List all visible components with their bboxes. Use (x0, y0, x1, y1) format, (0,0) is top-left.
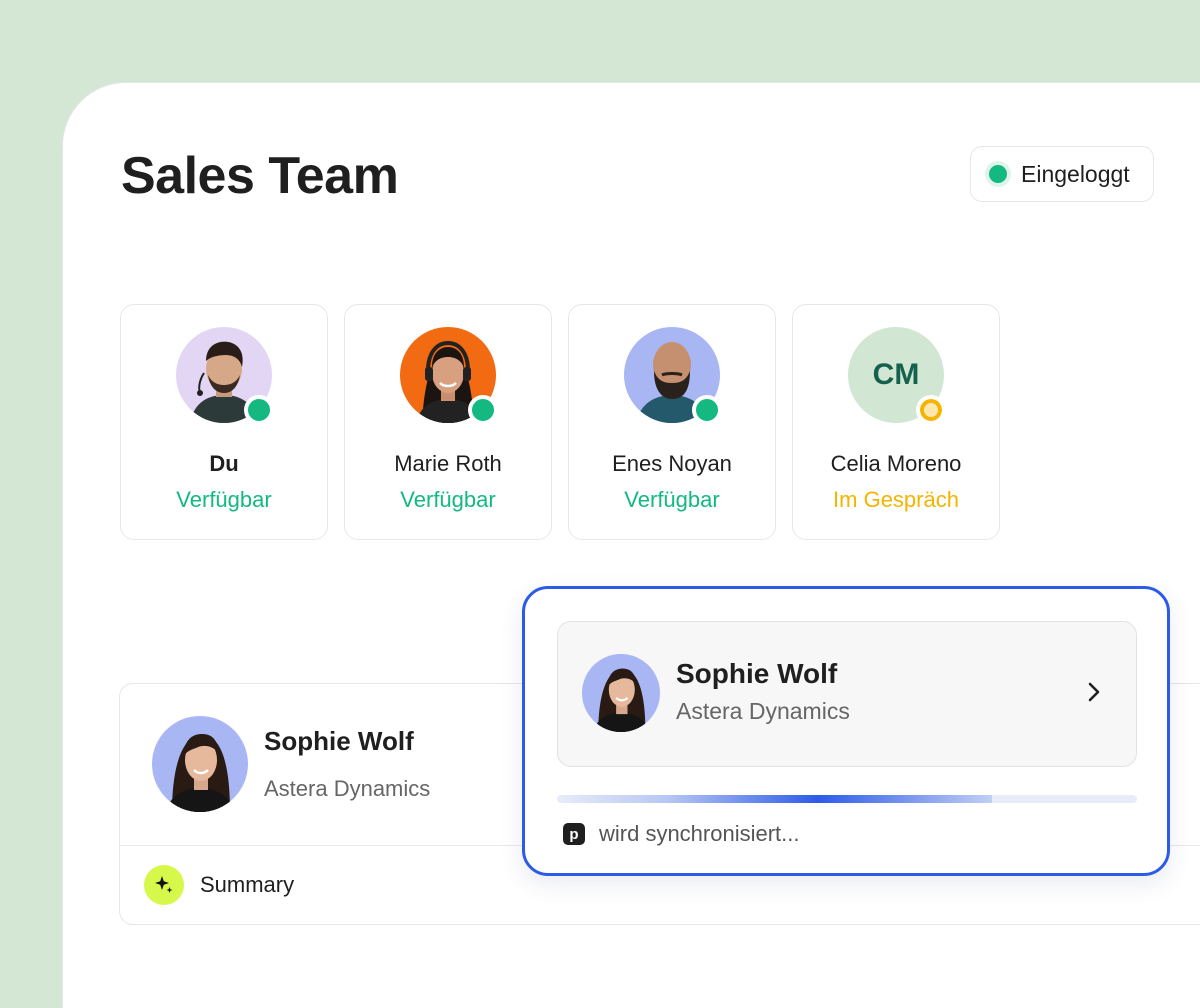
team-member-card[interactable]: CM Celia Moreno Im Gespräch (792, 304, 1000, 540)
sync-status: p wird synchronisiert... (563, 821, 800, 847)
status-indicator-icon (468, 395, 498, 425)
member-name: Marie Roth (394, 451, 502, 476)
login-status-label: Eingeloggt (1021, 160, 1130, 187)
sparkle-icon (144, 865, 184, 905)
sync-popup: Sophie Wolf Astera Dynamics p wird synch… (522, 586, 1170, 876)
login-status-badge[interactable]: Eingeloggt (970, 146, 1154, 202)
contact-name: Sophie Wolf (264, 726, 414, 756)
member-name: Enes Noyan (612, 451, 732, 476)
page-title: Sales Team (121, 147, 399, 205)
member-status: Im Gespräch (833, 487, 959, 512)
team-member-card[interactable]: Enes Noyan Verfügbar (568, 304, 776, 540)
member-status: Verfügbar (624, 487, 720, 512)
sync-contact-company: Astera Dynamics (676, 698, 850, 724)
app-logo-icon: p (563, 823, 585, 845)
team-member-card[interactable]: Marie Roth Verfügbar (344, 304, 552, 540)
avatar (152, 716, 248, 812)
sync-progress-bar (557, 795, 1137, 803)
chevron-right-icon[interactable] (1080, 678, 1108, 706)
status-indicator-icon (244, 395, 274, 425)
sync-contact-item[interactable]: Sophie Wolf Astera Dynamics (557, 621, 1137, 767)
sync-status-text: wird synchronisiert... (599, 821, 800, 846)
sync-progress-fill (557, 795, 992, 803)
team-members: Du Verfügbar Marie Roth Verfügbar Enes N… (120, 304, 1000, 540)
member-status: Verfügbar (400, 487, 496, 512)
status-indicator-icon (692, 395, 722, 425)
member-name: Du (209, 451, 239, 476)
contact-company: Astera Dynamics (264, 776, 431, 801)
member-status: Verfügbar (176, 487, 272, 512)
avatar (582, 654, 660, 732)
busy-indicator-icon (916, 395, 946, 425)
sync-contact-name: Sophie Wolf (676, 658, 838, 689)
member-name: Celia Moreno (830, 451, 962, 476)
team-member-card[interactable]: Du Verfügbar (120, 304, 328, 540)
summary-label: Summary (200, 872, 295, 897)
online-indicator-icon (989, 165, 1007, 183)
